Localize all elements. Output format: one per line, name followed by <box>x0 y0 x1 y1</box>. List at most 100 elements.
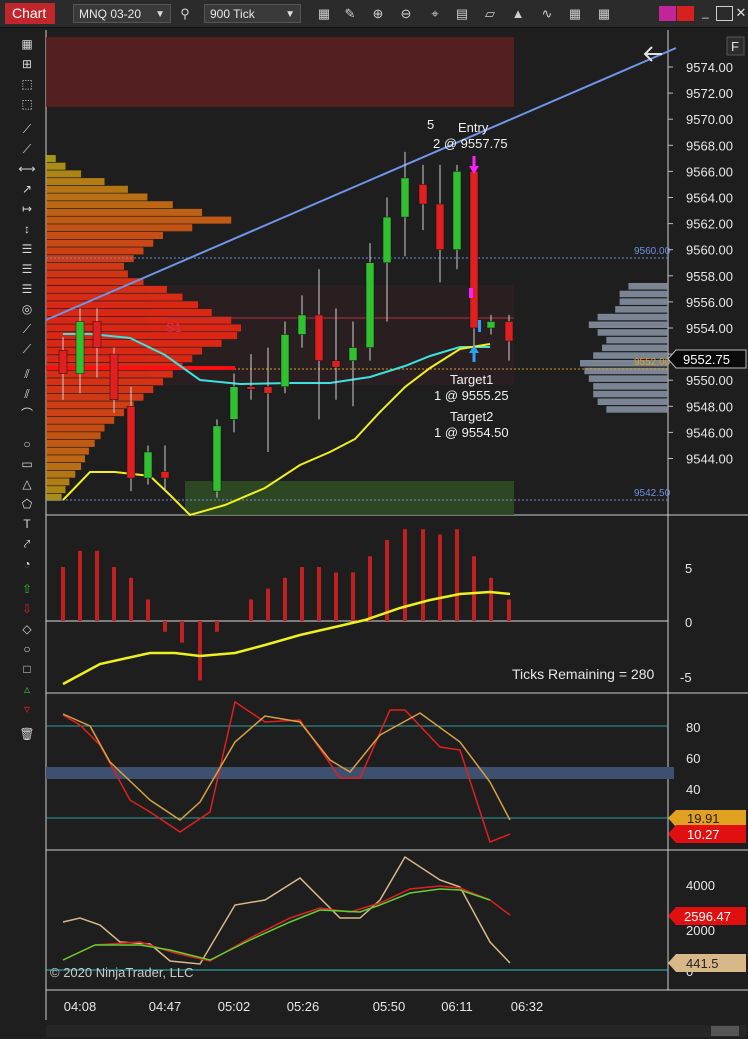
instrument-selector[interactable]: MNQ 03-20 ▼ <box>73 4 171 23</box>
candle-body[interactable] <box>348 347 358 361</box>
horizontal-scrollbar[interactable] <box>46 1025 746 1037</box>
arrow-down-icon[interactable]: ⇩ <box>14 600 40 618</box>
candle-body[interactable] <box>229 386 239 420</box>
candle-body[interactable] <box>109 353 119 401</box>
path-icon[interactable]: ⤤ <box>14 535 40 553</box>
close-icon[interactable]: ✕ <box>734 6 748 21</box>
rectangle-icon[interactable]: ▭ <box>14 455 40 473</box>
candle-body[interactable] <box>314 314 324 361</box>
time-cycles-icon[interactable]: ◔ <box>14 555 40 573</box>
gann-fan-icon[interactable]: ⟋ <box>14 340 40 358</box>
candle-body[interactable] <box>382 216 392 263</box>
level-label-9560: 9560.00 <box>634 246 671 257</box>
candle-body[interactable] <box>331 360 341 368</box>
momentum-bar <box>283 577 287 621</box>
zoom-out-icon[interactable]: ⊖ <box>397 5 415 23</box>
triangle-up-icon[interactable]: ▵ <box>14 680 40 698</box>
time-tick-label: 06:32 <box>511 999 544 1014</box>
region-icon[interactable]: ⬚ <box>14 75 40 93</box>
risk-reward-icon[interactable]: ⊞ <box>14 55 40 73</box>
candle-body[interactable] <box>143 451 153 479</box>
chart-toolbar: Chart MNQ 03-20 ▼ ⚲ 900 Tick ▼ ▦ ✎ ⊕ ⊖ ⌖… <box>0 0 748 28</box>
price-tick-label: 9566.00 <box>686 164 733 179</box>
candle-body[interactable] <box>212 425 222 492</box>
strategies-icon[interactable]: ▱ <box>481 5 499 23</box>
horizontal-line-icon[interactable]: ↦ <box>14 200 40 218</box>
mom-tick-minus5: -5 <box>680 670 692 685</box>
draw-pencil-icon[interactable]: ✎ <box>341 5 359 23</box>
line-icon[interactable]: ⟋ <box>14 120 40 138</box>
indicators-icon[interactable]: ▲ <box>509 5 527 23</box>
bar-type-icon[interactable]: ▦ <box>315 5 333 23</box>
mom-tick-0: 0 <box>685 615 692 630</box>
regression-channel-icon[interactable]: ⫽ <box>14 365 40 383</box>
interval-selector[interactable]: 900 Tick ▼ <box>204 4 301 23</box>
crosshair-icon[interactable]: ⌖ <box>426 5 444 23</box>
instrument-link-button[interactable] <box>677 6 694 21</box>
candle-body[interactable] <box>92 321 102 348</box>
price-tick-label: 9546.00 <box>686 425 733 440</box>
f-label: F <box>731 39 739 54</box>
volume-profile-bar <box>46 193 148 201</box>
square-icon[interactable]: □ <box>14 660 40 678</box>
maximize-icon[interactable] <box>716 6 733 21</box>
andrews-pitchfork-icon[interactable]: ⟋ <box>14 320 40 338</box>
candle-body[interactable] <box>400 177 410 218</box>
candle-body[interactable] <box>452 171 462 250</box>
remove-all-icon[interactable]: 🗑 <box>14 725 40 743</box>
dot-icon[interactable]: ○ <box>14 640 40 658</box>
candle-body[interactable] <box>160 471 170 479</box>
zoom-in-icon[interactable]: ⊕ <box>369 5 387 23</box>
chart-area[interactable]: 5 Entry 2 @ 9557.75 Target1 1 @ 9555.25 … <box>0 0 748 1039</box>
candle-body[interactable] <box>365 262 375 348</box>
search-icon[interactable]: ⚲ <box>176 5 194 23</box>
arrow-line-icon[interactable]: ↗ <box>14 180 40 198</box>
diamond-icon[interactable]: ◇ <box>14 620 40 638</box>
triangle-down-icon[interactable]: ▿ <box>14 700 40 718</box>
fib-time-icon[interactable]: ☰ <box>14 280 40 298</box>
momentum-bar <box>438 534 442 621</box>
fib-extension-icon[interactable]: ☰ <box>14 260 40 278</box>
momentum-bar <box>489 577 493 621</box>
scrollbar-thumb[interactable] <box>711 1026 739 1036</box>
candle-body[interactable] <box>75 321 85 374</box>
trend-channel-icon[interactable]: ⫽ <box>14 385 40 403</box>
properties-icon[interactable]: ▤ <box>453 5 471 23</box>
momentum-bar <box>266 588 270 621</box>
candle-body[interactable] <box>486 321 496 329</box>
interval-value: 900 Tick <box>210 7 255 21</box>
region-highlight-icon[interactable]: ⬚ <box>14 95 40 113</box>
ruler-icon[interactable]: ▦ <box>14 35 40 53</box>
momentum-bar <box>146 599 150 621</box>
fib-circle-icon[interactable]: ◎ <box>14 300 40 318</box>
minimize-icon[interactable]: _ <box>697 6 714 21</box>
candle-body[interactable] <box>246 386 256 390</box>
ellipse-icon[interactable]: ○ <box>14 435 40 453</box>
chart-trader-icon[interactable]: ▦ <box>595 5 613 23</box>
candle-body[interactable] <box>297 314 307 335</box>
text-icon[interactable]: T <box>14 515 40 533</box>
templates-icon[interactable]: ∿ <box>538 5 556 23</box>
level-label-9542: 9542.50 <box>634 488 671 499</box>
arc-icon[interactable]: ⌒ <box>14 405 40 423</box>
candle-body[interactable] <box>126 406 136 479</box>
volume-profile-bar <box>46 409 124 417</box>
data-box-icon[interactable]: ▦ <box>566 5 584 23</box>
polygon-icon[interactable]: ⬠ <box>14 495 40 513</box>
candle-body[interactable] <box>504 321 514 342</box>
candle-body[interactable] <box>418 184 428 205</box>
candle-body[interactable] <box>435 203 445 250</box>
fib-retracement-icon[interactable]: ☰ <box>14 240 40 258</box>
link-color-button[interactable] <box>659 6 676 21</box>
extended-line-icon[interactable]: ⟷ <box>14 160 40 178</box>
candle-body[interactable] <box>58 349 68 374</box>
stoch-tick-80: 80 <box>686 720 700 735</box>
candle-body[interactable] <box>263 386 273 394</box>
chart-tab[interactable]: Chart <box>5 3 55 24</box>
arrow-up-icon[interactable]: ⇧ <box>14 580 40 598</box>
triangle-icon[interactable]: △ <box>14 475 40 493</box>
candle-body[interactable] <box>469 171 479 329</box>
candle-body[interactable] <box>280 334 290 387</box>
ray-icon[interactable]: ⟋ <box>14 140 40 158</box>
vertical-line-icon[interactable]: ↕ <box>14 220 40 238</box>
